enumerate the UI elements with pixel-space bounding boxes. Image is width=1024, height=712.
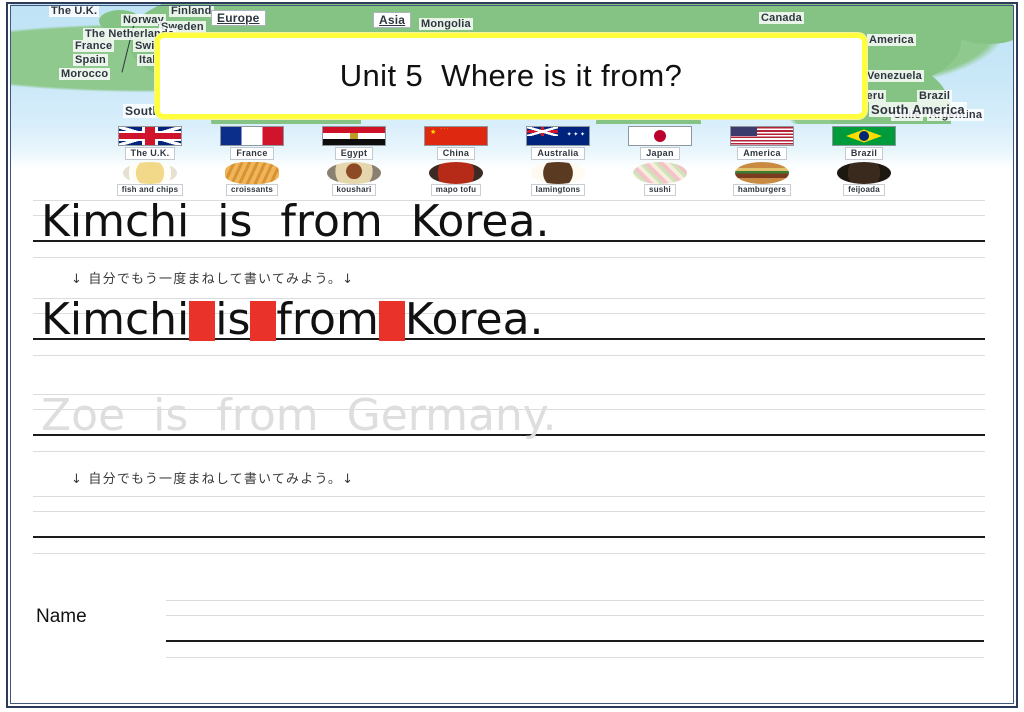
map-label-mongolia: Mongolia — [419, 18, 473, 30]
lamingtons-icon — [531, 162, 585, 184]
country-name-the-uk: The U.K. — [124, 147, 176, 160]
instruction-text-1: ↓ 自分でもう一度まねして書いてみよう。↓ — [71, 272, 355, 287]
staff-line-descender — [166, 657, 984, 658]
food-name-fish-and-chips: fish and chips — [116, 184, 184, 196]
practice-sentence-1: Kimchi is from Korea. — [41, 298, 544, 342]
country-name-brazil: Brazil — [844, 147, 884, 160]
map-label-finland: Finland — [169, 5, 214, 17]
staff-line-top — [166, 600, 984, 601]
mapo-tofu-icon — [429, 162, 483, 184]
hamburgers-icon — [735, 162, 789, 184]
food-name-sushi: sushi — [644, 184, 676, 196]
space-marker-3 — [378, 301, 405, 341]
map-label-brazil: Brazil — [917, 90, 953, 102]
country-food-strip: The U.K. fish and chips France croissant… — [11, 124, 1013, 196]
map-label-france: France — [73, 40, 115, 52]
name-label: Name — [36, 606, 87, 627]
country-cell-france[interactable]: France croissants — [201, 126, 303, 196]
staff-line-baseline — [33, 536, 985, 538]
writing-staff-name[interactable] — [166, 600, 984, 662]
fish-and-chips-icon — [123, 162, 177, 184]
map-label-america: America — [867, 34, 916, 46]
practice-word-4: Korea. — [404, 294, 544, 345]
koushari-icon — [327, 162, 381, 184]
feijoada-icon — [837, 162, 891, 184]
america-flag-icon — [730, 126, 794, 146]
trace-sentence-2: Zoe is from Germany. — [41, 390, 557, 441]
staff-line-descender — [33, 257, 985, 258]
staff-line-descender — [33, 451, 985, 452]
space-marker-2 — [250, 301, 277, 341]
country-name-france: France — [230, 147, 274, 160]
worksheet-page: The U.K. Norway Finland Sweden The Nethe… — [0, 0, 1024, 712]
staff-line-midline — [166, 615, 984, 616]
country-name-japan: Japan — [640, 147, 680, 160]
country-cell-brazil[interactable]: Brazil feijoada — [813, 126, 915, 196]
staff-line-baseline — [166, 640, 984, 642]
country-name-australia: Australia — [531, 147, 585, 160]
country-cell-australia[interactable]: Australia lamingtons — [507, 126, 609, 196]
map-label-the-uk: The U.K. — [49, 5, 100, 17]
map-label-spain: Spain — [73, 54, 108, 66]
china-flag-icon — [424, 126, 488, 146]
country-cell-japan[interactable]: Japan sushi — [609, 126, 711, 196]
model-sentence-1: Kimchi is from Korea. — [41, 196, 550, 247]
food-name-koushari: koushari — [331, 184, 377, 196]
brazil-flag-icon — [832, 126, 896, 146]
practice-word-1: Kimchi — [41, 294, 190, 345]
staff-line-midline — [33, 511, 985, 512]
staff-line-descender — [33, 355, 985, 356]
france-flag-icon — [220, 126, 284, 146]
country-name-america: America — [737, 147, 787, 160]
country-cell-china[interactable]: China mapo tofu — [405, 126, 507, 196]
food-name-hamburgers: hamburgers — [732, 184, 792, 196]
staff-line-descender — [33, 553, 985, 554]
map-label-morocco: Morocco — [59, 68, 111, 80]
country-cell-america[interactable]: America hamburgers — [711, 126, 813, 196]
staff-line-top — [33, 496, 985, 497]
country-cell-egypt[interactable]: Egypt koushari — [303, 126, 405, 196]
food-name-feijoada: feijoada — [843, 184, 885, 196]
writing-staff-practice-2[interactable] — [33, 496, 985, 558]
unit-title-banner: Unit 5 Where is it from? — [155, 33, 867, 119]
worksheet-body: Kimchi is from Korea. ↓ 自分でもう一度まねして書いてみよ… — [11, 196, 1013, 708]
practice-word-3: from — [276, 294, 379, 345]
map-region-label-europe: Europe — [211, 10, 266, 26]
country-cell-the-uk[interactable]: The U.K. fish and chips — [99, 126, 201, 196]
page-title: Unit 5 Where is it from? — [339, 58, 683, 93]
uk-flag-icon — [118, 126, 182, 146]
croissants-icon — [225, 162, 279, 184]
instruction-text-2: ↓ 自分でもう一度まねして書いてみよう。↓ — [71, 472, 355, 487]
space-marker-1 — [189, 301, 216, 341]
country-name-egypt: Egypt — [334, 147, 374, 160]
map-label-canada: Canada — [759, 12, 804, 24]
country-name-china: China — [436, 147, 476, 160]
australia-flag-icon — [526, 126, 590, 146]
food-name-mapo-tofu: mapo tofu — [430, 184, 482, 196]
map-label-venezuela: Venezuela — [865, 70, 924, 82]
map-region-label-south-america: South America — [869, 102, 967, 117]
japan-flag-icon — [628, 126, 692, 146]
egypt-flag-icon — [322, 126, 386, 146]
map-region-label-asia: Asia — [373, 12, 412, 28]
food-name-croissants: croissants — [225, 184, 279, 196]
sushi-icon — [633, 162, 687, 184]
food-name-lamingtons: lamingtons — [530, 184, 586, 196]
practice-word-2: is — [215, 294, 251, 345]
